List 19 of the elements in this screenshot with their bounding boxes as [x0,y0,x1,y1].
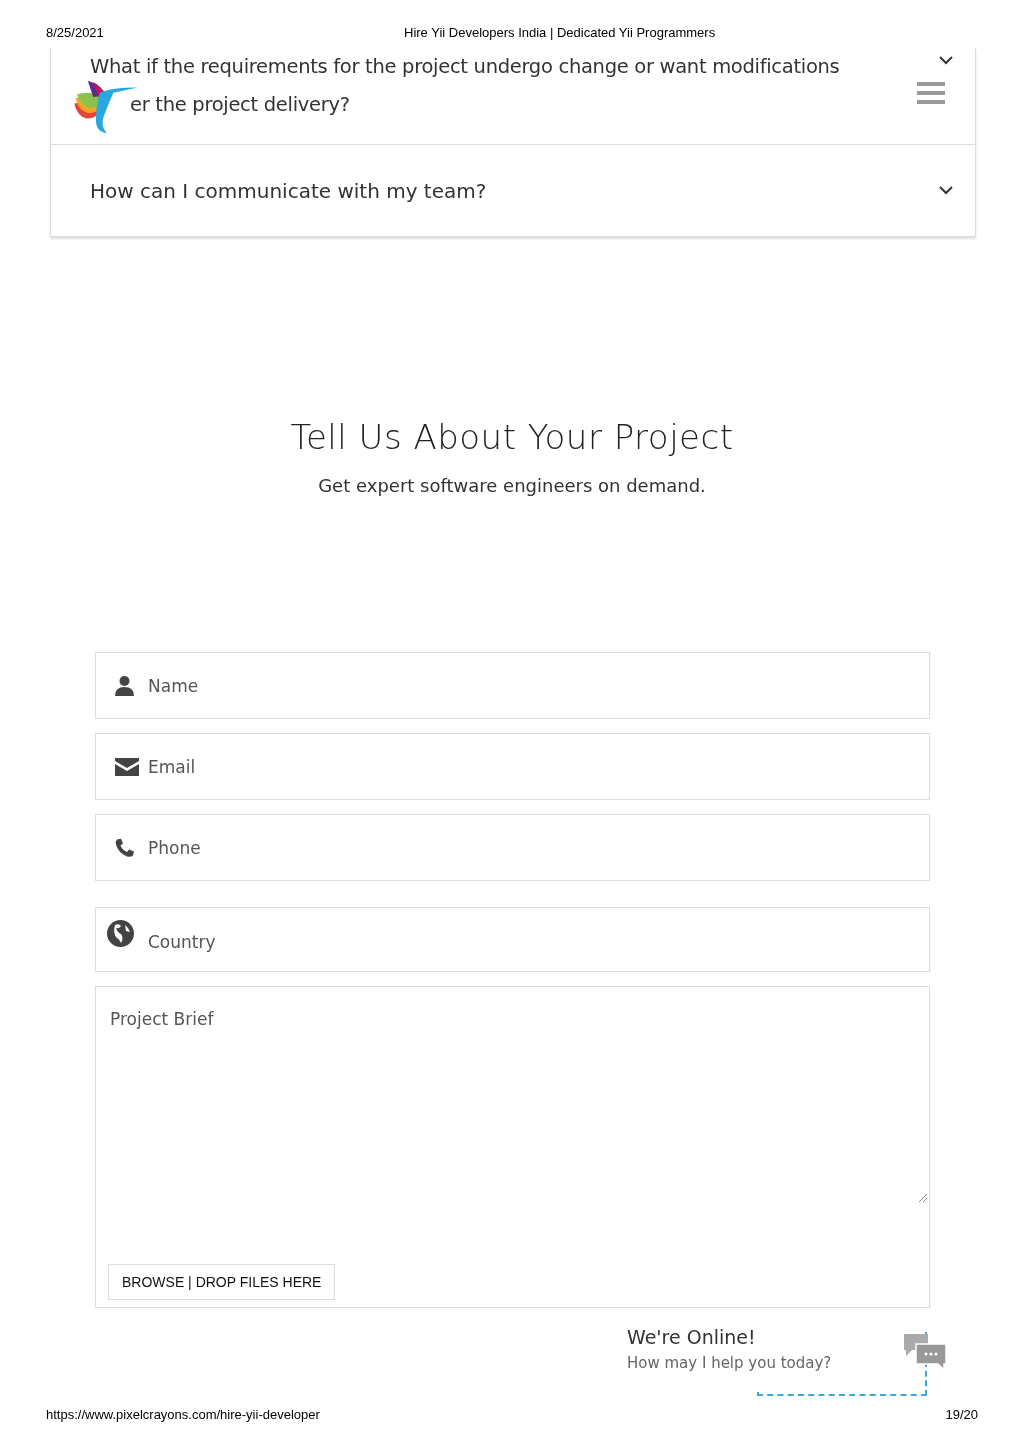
chat-icon[interactable] [904,1334,946,1370]
print-date: 8/25/2021 [46,25,104,40]
chevron-icon[interactable] [939,56,953,65]
chat-title: We're Online! [627,1326,757,1348]
faq-question[interactable]: How can I communicate with my team? [90,178,929,203]
browse-button[interactable]: BROWSE | DROP FILES HERE [108,1264,336,1300]
chevron-icon[interactable] [939,186,953,195]
section-subtitle: Get expert software engineers on demand. [317,475,707,496]
input-field[interactable]: Country [95,907,930,972]
menu-icon[interactable] [917,82,945,104]
page-title: Hire Yii Developers India | Dedicated Yii Programmers [404,25,716,40]
page-url: https://www.pixelcrayons.com/hire-yii-developer [46,1407,320,1422]
resize-grip-icon[interactable] [916,1191,928,1203]
chat-subtitle: How may I help you today? [627,1354,833,1372]
page-number: 19/20 [945,1407,978,1422]
input-field[interactable]: Email [95,733,930,800]
input-field[interactable]: Phone [95,814,930,881]
input-field[interactable]: Name [95,652,930,719]
section-title: Tell Us About Your Project [289,417,735,457]
